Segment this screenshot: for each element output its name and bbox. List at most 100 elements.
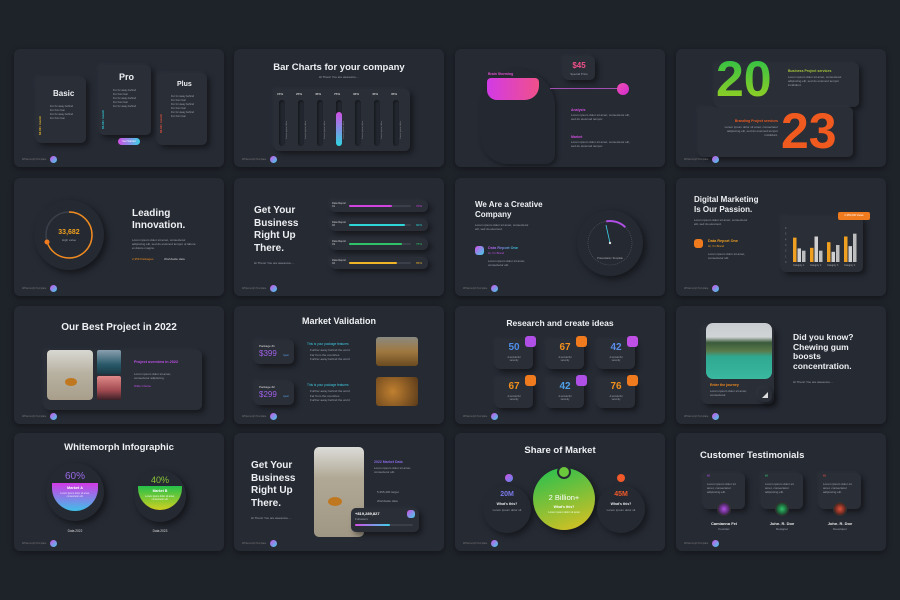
price-card: $45 Special Price [563,56,595,80]
photo-tree [47,350,93,400]
slide-business-data[interactable]: Get Your Business Right Up There. Hi There!… [234,433,444,551]
slide-text: Lorem ipsum dolor sit amet, consectetur … [132,238,196,250]
photo-autumn [376,377,418,406]
slide-2023[interactable]: 20 Business Project services Lorem ipsum… [676,49,886,167]
slide-brainstorm[interactable]: Brain Storming $45 Special Price Analysi… [455,49,665,167]
market-date: Data 2023 [152,529,168,533]
photo-road [376,337,418,366]
photo-bay [706,323,772,379]
y-tick: 4 [785,238,787,241]
slide-digital-marketing[interactable]: Digital Marketing Is Our Passion. Lorem i… [676,178,886,296]
slide-research-ideas[interactable]: Research and create ideas Whitemorph Tem… [455,306,665,424]
plan-features: Fur fur away behind Fur from fear Fur fur … [50,105,73,120]
bar-caption: Lorem ipsum dolor [362,120,364,139]
bullet: 5,365,400 target [377,490,399,494]
report-fill [349,224,405,226]
bullet: Worldwide data [377,499,398,503]
slide-did-you-know[interactable]: Enter the journey Lorem ipsum dolor sit … [676,306,886,424]
slide-business-progress[interactable]: Get Your Business Right Up There. Hi There!… [234,178,444,296]
plan-features: Fur fur away behind Fur from fear Fur fur … [113,89,136,108]
slide-market-validation[interactable]: Market Validation Whitemorph Template Pa… [234,306,444,424]
report-fill [349,243,402,245]
package-label: Package #2 [259,385,275,389]
slide-bar-charts[interactable]: Bar Charts for your company Hi There! Yo… [234,49,444,167]
report-pct: 90% [416,223,423,227]
report-pct: 70% [416,204,423,208]
package-card[interactable]: Package #2 $299 /year [254,381,294,405]
right-icon [617,474,625,482]
slide-share-of-market[interactable]: Share of Market 20M What's this? Lorem i… [455,433,665,551]
bar-label: 30% [353,92,360,96]
item-text: Lorem ipsum dolor sit amet, consectetur … [571,140,630,148]
right-label: What's this? [610,502,632,506]
bar-caption: Lorem ipsum dolor [324,120,326,139]
footer-brand: Whitemorph Template [684,415,709,418]
report-row: Data Report 01 70% [330,200,428,212]
slide-testimonials[interactable]: Customer Testimonials Whitemorph Templat… [676,433,886,551]
center-value: 2 Billion+ [548,493,580,502]
slide-title: Get Your Business Right Up There. [251,460,296,509]
followers-progress [355,524,413,526]
gauge-label: High value [61,238,77,242]
x-tick: Category 2 [810,264,822,267]
bar-caption: Lorem ipsum dolor [400,120,402,139]
stat-label: A wonderful serenity [558,395,572,401]
get-started-button[interactable]: Get Started [118,138,140,145]
stat-icon [525,336,536,347]
slide-text: Lorem ipsum dolor sit amet, consectetur … [475,223,529,231]
bar-label: 45% [315,92,322,96]
chart-icon-button[interactable] [758,388,772,402]
footer-brand: Whitemorph Template [684,542,709,545]
report-pct: 75% [416,242,423,246]
bar [797,248,801,262]
right-text: Lorem ipsum dolor sit [606,508,636,512]
feature-item: Further away behind the word [310,357,350,361]
plan-name: Plus [177,81,192,88]
bar-track [374,100,380,146]
brand-orb-icon [270,540,277,547]
slide-text: Lorem ipsum dolor sit amet, consectetur … [694,218,748,226]
feature-title: This is your package features [307,383,349,387]
x-tick: Category 3 [827,264,839,267]
brand-orb-icon [491,285,498,292]
market-name: Market B [152,489,168,493]
card-title: Project overview in 2022 [134,360,179,364]
slide-creative-company[interactable]: We Are a Creative Company Lorem ipsum dol… [455,178,665,296]
slide-title: Bar Charts for your company [273,62,405,73]
slide-leading-innovation[interactable]: 33,682 High value Leading Innovation. Lor… [14,178,224,296]
stat-icon [576,375,587,386]
center-label: What's this? [553,505,575,509]
quote-text: Lorem ipsum dolor sit amet, consectetur … [823,482,852,494]
chart-icon[interactable] [617,83,629,95]
avatar [834,503,846,515]
plan-card-basic: $3.99 / month Basic Fur fur away behind F… [36,77,86,143]
footer-brand: Whitemorph Template [22,287,47,290]
report-icon [694,239,703,248]
package-card[interactable]: Package #1 $399 /year [254,340,294,364]
plan-name: Basic [53,89,75,98]
y-tick: 5 [785,233,787,236]
slide-pricing[interactable]: $3.99 / month Basic Fur fur away behind F… [14,49,224,167]
bar [853,233,857,262]
y-tick: 3 [785,244,787,247]
bullet: Worldwide data [164,257,185,261]
slide-best-project[interactable]: Our Best Project in 2022 Project overvie… [14,306,224,424]
brand-orb-icon [712,156,719,163]
bar-track [298,100,304,146]
bar [836,245,840,262]
bar-label: 45% [372,92,379,96]
card-text: Lorem ipsum dolor sit amet, consectetur … [134,372,172,380]
brand-orb-icon [270,285,277,292]
price-label: Special Price [570,72,588,76]
market-text: Lorem ipsum dolor sit amet, consectetur … [60,492,90,498]
report-fill [349,205,393,207]
bar [848,246,852,262]
followers-card: +819,289,827 Followers [351,508,419,532]
report-track [349,243,411,245]
person-role: Developer [833,527,847,531]
bar-label: 25% [296,92,303,96]
slide-infographic[interactable]: Whitemorph Infographic 60% Market A Lore… [14,433,224,551]
quote-icon: “ [707,475,710,481]
brand-orb-icon [50,540,57,547]
person-name: John. R. Doe [827,521,853,526]
